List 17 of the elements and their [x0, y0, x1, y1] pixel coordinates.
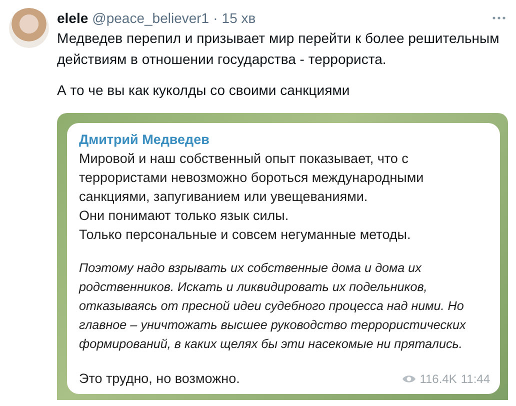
view-count: 116.4K: [420, 372, 457, 386]
message-author: Дмитрий Медведев: [79, 131, 210, 149]
message-text: Мировой и наш собственный опыт показывает, что с террористами невозможно бороться международными санкциями, запугиванием или увещеваниями.: [79, 150, 425, 206]
more-options-icon[interactable]: [492, 16, 506, 20]
separator-dot: ·: [213, 10, 218, 26]
user-handle: @peace_believer1: [92, 10, 210, 26]
message-text: Поэтому надо взрывать их собственные дома и дома их родственников. Искать и ликвидировать их подельников, отказываясь от пресной идеи судебного процесса над ними. Но главное – уничтожать высшее руководство террористических формирований, в каких щелях бы эти насекомые ни прятались.: [79, 260, 467, 353]
avatar-photo-placeholder[interactable]: [9, 8, 49, 48]
display-name[interactable]: elele: [57, 10, 88, 26]
tweet-text: Медведев перепил и призывает мир перейти к более решительным действиям в отношении государства - террориста.: [57, 29, 500, 69]
eye-icon: [402, 374, 416, 384]
message-text: Они понимают только язык силы.: [79, 207, 289, 225]
message-text: Это трудно, но возможно.: [79, 370, 240, 388]
tweet-text: А то че вы как куколды со своими санкциями: [57, 81, 351, 100]
post-time[interactable]: 15 хв: [222, 10, 256, 26]
message-time: 11:44: [460, 372, 490, 386]
message-text: Только персональные и совсем негуманные методы.: [79, 226, 411, 244]
